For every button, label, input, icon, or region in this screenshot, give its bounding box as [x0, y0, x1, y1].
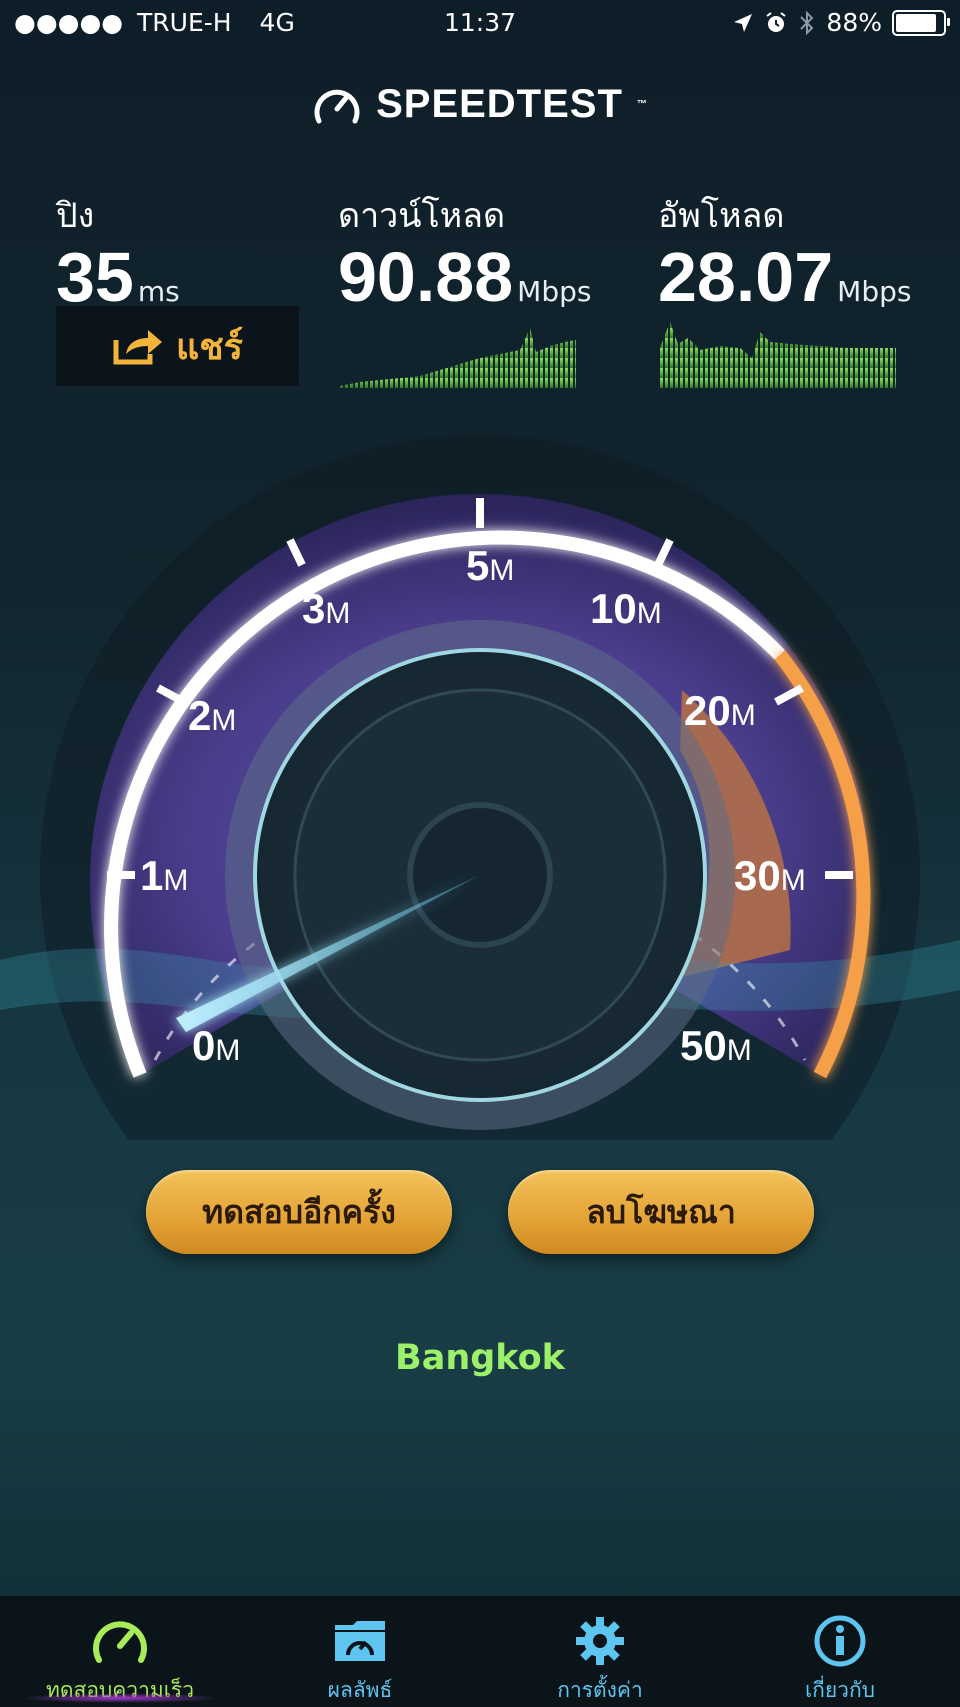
- tab-results[interactable]: ผลลัพธ์: [240, 1596, 480, 1707]
- battery-percent: 88%: [826, 8, 882, 37]
- logo-trademark: ™: [636, 99, 648, 110]
- remove-ads-label: ลบโฆษณา: [586, 1192, 736, 1231]
- share-icon: [113, 330, 162, 365]
- speedometer-icon: [93, 1621, 147, 1663]
- share-label: แชร์: [176, 326, 243, 368]
- results-folder-icon: [335, 1621, 385, 1661]
- status-bar: ●●●●● TRUE-H 4G 11:37 88%: [0, 0, 960, 48]
- ping-metric: ปิง 35 ms: [56, 188, 180, 312]
- upload-unit: Mbps: [837, 275, 912, 308]
- upload-metric: อัพโหลด 28.07 Mbps: [658, 188, 911, 312]
- download-metric: ดาวน์โหลด 90.88 Mbps: [338, 188, 591, 312]
- server-location[interactable]: Bangkok: [0, 1338, 960, 1378]
- status-right: 88%: [732, 8, 950, 37]
- location-arrow-icon: [734, 13, 753, 32]
- retest-button[interactable]: ทดสอบอีกครั้ง: [146, 1170, 452, 1254]
- retest-label: ทดสอบอีกครั้ง: [202, 1192, 396, 1231]
- tab-speedtest[interactable]: ทดสอบความเร็ว: [0, 1596, 240, 1707]
- battery-icon: [892, 9, 950, 36]
- app-logo: SPEEDTEST ™: [0, 82, 960, 131]
- battery-fill: [896, 13, 937, 32]
- tab-about-label: เกี่ยวกับ: [804, 1678, 876, 1702]
- bluetooth-icon: [800, 10, 814, 35]
- ping-unit: ms: [137, 275, 180, 308]
- ping-value: 35: [56, 238, 134, 316]
- download-sparkline: [340, 328, 576, 388]
- share-button[interactable]: แชร์: [56, 306, 299, 386]
- gear-icon: [576, 1617, 624, 1665]
- speedometer-logo-icon: [314, 89, 360, 123]
- upload-sparkline: [660, 322, 896, 388]
- tab-about[interactable]: เกี่ยวกับ: [720, 1596, 960, 1707]
- tab-bar: ทดสอบความเร็ว ผลลัพธ์ การตั้งค่า เกี่ยวก…: [0, 1596, 960, 1707]
- tab-speedtest-label: ทดสอบความเร็ว: [46, 1678, 194, 1702]
- download-unit: Mbps: [517, 275, 592, 308]
- upload-label: อัพโหลด: [658, 196, 785, 236]
- download-value: 90.88: [338, 238, 514, 316]
- tab-settings[interactable]: การตั้งค่า: [480, 1596, 720, 1707]
- speed-gauge: 0M 1M 2M 3M 5M 10M 20M 30M 50M: [0, 435, 960, 1140]
- logo-text: SPEEDTEST: [376, 82, 623, 126]
- download-label: ดาวน์โหลด: [338, 196, 506, 236]
- info-icon: [814, 1615, 866, 1667]
- ping-label: ปิง: [56, 196, 95, 236]
- tab-settings-label: การตั้งค่า: [557, 1678, 643, 1702]
- tab-results-label: ผลลัพธ์: [327, 1678, 393, 1702]
- alarm-icon: [766, 11, 787, 32]
- remove-ads-button[interactable]: ลบโฆษณา: [508, 1170, 814, 1254]
- upload-value: 28.07: [658, 238, 834, 316]
